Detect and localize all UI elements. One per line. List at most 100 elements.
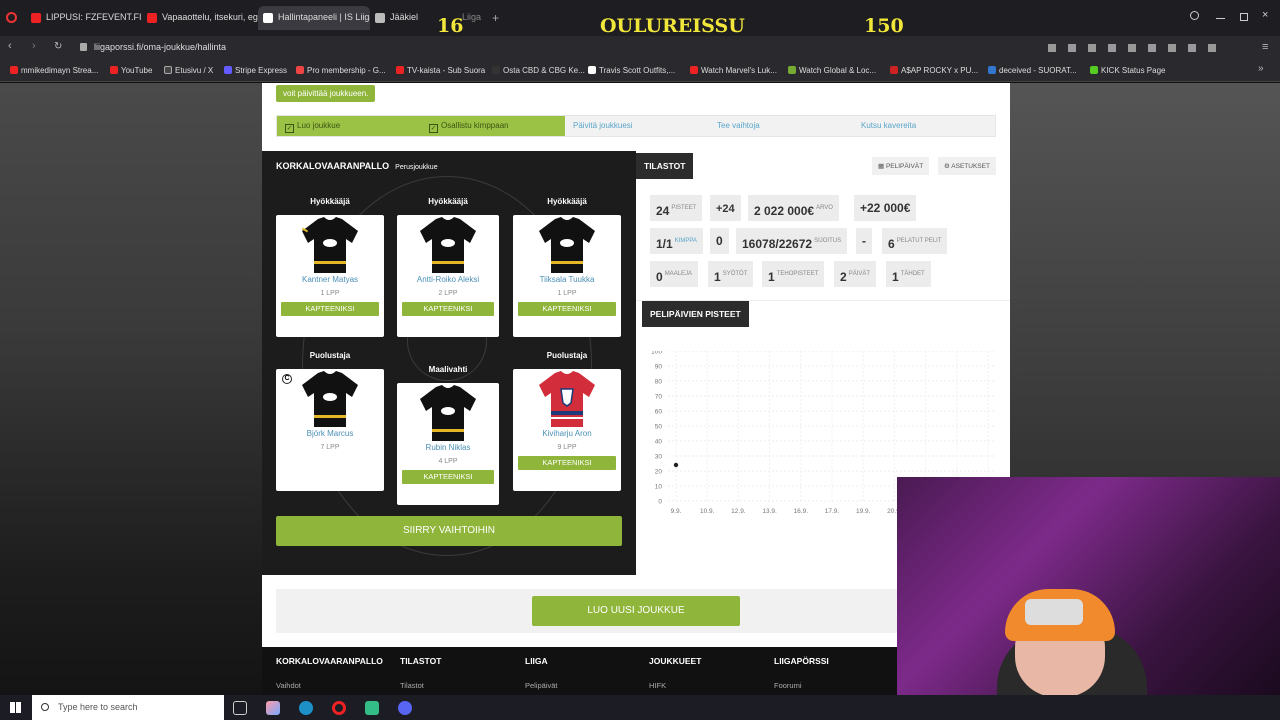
bookmarks-bar: mmikedimayn Strea... YouTube Etusivu / X… (0, 60, 1280, 82)
footer-link[interactable]: Pelipäivät (525, 681, 558, 690)
pin-icon (296, 66, 304, 74)
minimize-icon[interactable] (1216, 18, 1225, 19)
close-icon[interactable]: × (1262, 9, 1268, 21)
player-card-body[interactable]: Antti-Roiko Aleksi 2 LPP KAPTEENIKSI (397, 215, 499, 337)
stat-goals: 0 MAALEJA (650, 261, 699, 287)
opera-icon[interactable] (332, 701, 346, 715)
footer-link[interactable]: HIFK (649, 681, 701, 690)
player-name[interactable]: Tiiksala Tuukka (513, 275, 621, 284)
player-name[interactable]: Björk Marcus (276, 429, 384, 438)
stat-label: MAALEJA (664, 271, 693, 277)
player-name[interactable]: Kiviharju Aron (513, 429, 621, 438)
make-captain-button[interactable]: KAPTEENIKSI (518, 456, 616, 470)
footer-column: TILASTOT Tilastot (400, 656, 441, 690)
tab-game-day-points[interactable]: PELIPÄIVIEN PISTEET (642, 301, 749, 327)
stat-pool: 1/1 KIMPPA (650, 228, 703, 254)
footer-column: JOUKKUEET HIFK (649, 656, 701, 690)
step-join-pool[interactable]: ✓ Osallistu kimppaan (421, 116, 565, 136)
update-team-notice[interactable]: voit päivittää joukkueen. (276, 85, 376, 102)
game-days-button[interactable]: ▦ PELIPÄIVÄT (872, 157, 930, 175)
player-card-body[interactable]: Kantner Matyas 1 LPP KAPTEENIKSI (276, 215, 384, 337)
reload-icon[interactable]: ↻ (54, 41, 62, 52)
app-icon[interactable] (365, 701, 379, 715)
overlay-right-number: 150 (864, 15, 904, 37)
browser-tab[interactable]: Jääkiel (370, 6, 420, 30)
player-card-body[interactable]: Kiviharju Aron 9 LPP KAPTEENIKSI (513, 369, 621, 491)
make-captain-button[interactable]: KAPTEENIKSI (402, 302, 494, 316)
stat-label: PÄIVÄT (848, 271, 871, 277)
player-price: 2 LPP (438, 290, 458, 297)
search-tabs-icon[interactable] (1190, 11, 1199, 20)
edge-icon[interactable] (299, 701, 313, 715)
bookmark-label: TV-kaista - Sub Suora (407, 66, 486, 75)
footer-column: LIIGAPÖRSSI Foorumi (774, 656, 829, 690)
bookmark[interactable]: mmikedimayn Strea... (10, 66, 98, 75)
stat-points-change: +24 (710, 195, 741, 221)
bookmark[interactable]: YouTube (110, 66, 152, 75)
bookmark[interactable]: Pro membership - G... (296, 66, 386, 75)
back-icon[interactable]: ‹ (8, 40, 12, 52)
x-tick-label: 17.9. (825, 508, 840, 515)
create-new-team-button[interactable]: LUO UUSI JOUKKUE (532, 596, 740, 626)
stat-label[interactable]: KIMPPA (675, 238, 697, 244)
bookmark-icon (10, 66, 18, 74)
bookmark-label: YouTube (121, 66, 153, 75)
step-invite-friends[interactable]: Kutsu kavereita (853, 116, 995, 136)
player-card-body[interactable]: Tiiksala Tuukka 1 LPP KAPTEENIKSI (513, 215, 621, 337)
widgets-icon[interactable] (266, 701, 280, 715)
stat-label: SIJOITUS (814, 238, 842, 244)
forward-icon[interactable]: › (32, 40, 36, 52)
opera-icon[interactable] (6, 12, 17, 23)
footer-heading: LIIGAPÖRSSI (774, 656, 829, 666)
step-create-team[interactable]: ✓ Luo joukkue (277, 116, 421, 136)
new-tab-icon[interactable]: + (492, 11, 499, 25)
youtube-icon (31, 13, 41, 23)
maximize-icon[interactable] (1240, 13, 1248, 21)
footer-link[interactable]: Foorumi (774, 681, 829, 690)
footer-link[interactable]: Tilastot (400, 681, 441, 690)
footer-link[interactable]: Vaihdot (276, 681, 383, 690)
player-price: 7 LPP (320, 444, 340, 451)
bookmark-label: Stripe Express (235, 66, 288, 75)
menu-icon[interactable]: ≡ (1262, 41, 1268, 53)
bookmark[interactable]: Etusivu / X (164, 66, 213, 75)
check-icon: ✓ (429, 124, 438, 133)
settings-button[interactable]: ⚙ ASETUKSET (938, 157, 996, 175)
player-name[interactable]: Kantner Matyas (276, 275, 384, 284)
tab-label: Vapaaottelu, itsekuri, ego, (162, 12, 258, 22)
make-captain-button[interactable]: KAPTEENIKSI (518, 302, 616, 316)
bookmark[interactable]: Osta CBD & CBG Ke... (492, 66, 585, 75)
bookmark[interactable]: Stripe Express (224, 66, 287, 75)
footer-heading: JOUKKUEET (649, 656, 702, 666)
windows-start-icon[interactable] (10, 702, 21, 713)
make-captain-button[interactable]: KAPTEENIKSI (281, 302, 379, 316)
player-card: Hyökkääjä Antti-Roiko Aleksi 2 LPP KAPTE… (397, 197, 499, 337)
discord-icon[interactable] (398, 701, 412, 715)
bookmark[interactable]: Travis Scott Outfits,... (588, 66, 675, 75)
url-field[interactable]: liigaporssi.fi/oma-joukkue/hallinta (94, 42, 226, 52)
bookmark[interactable]: KICK Status Page (1090, 66, 1165, 75)
bookmark-icon (890, 66, 898, 74)
x-tick-label: 12.9. (731, 508, 746, 515)
more-bookmarks-icon[interactable]: » (1258, 63, 1264, 74)
player-name[interactable]: Antti-Roiko Aleksi (397, 275, 499, 284)
bookmark[interactable]: TV-kaista - Sub Suora (396, 66, 485, 75)
player-card-body[interactable]: Rubin Niklas 4 LPP KAPTEENIKSI (397, 383, 499, 505)
make-captain-button[interactable]: KAPTEENIKSI (402, 470, 494, 484)
step-update-team[interactable]: Päivitä joukkuesi (565, 116, 709, 136)
go-to-transfers-button[interactable]: SIIRRY VAIHTOIHIN (276, 516, 622, 546)
bookmark[interactable]: deceived - SUORAT... (988, 66, 1077, 75)
bookmark[interactable]: A$AP ROCKY x PU... (890, 66, 978, 75)
bookmark[interactable]: Watch Marvel's Luk... (690, 66, 777, 75)
player-card-body[interactable]: C Björk Marcus 7 LPP (276, 369, 384, 491)
bookmark[interactable]: Watch Global & Loc... (788, 66, 876, 75)
step-make-transfers[interactable]: Tee vaihtoja (709, 116, 853, 136)
tab-stats[interactable]: TILASTOT (636, 153, 694, 179)
extensions-icons[interactable] (1048, 44, 1224, 52)
taskbar-search[interactable]: Type here to search (32, 695, 224, 720)
browser-tab[interactable]: LIPPUSI: FZFEVENT.FI #ain (26, 6, 142, 30)
browser-tab-active[interactable]: Hallintapaneeli | IS Liigap (258, 6, 370, 30)
player-name[interactable]: Rubin Niklas (397, 443, 499, 452)
browser-tab[interactable]: Vapaaottelu, itsekuri, ego, (142, 6, 258, 30)
task-view-icon[interactable] (233, 701, 247, 715)
